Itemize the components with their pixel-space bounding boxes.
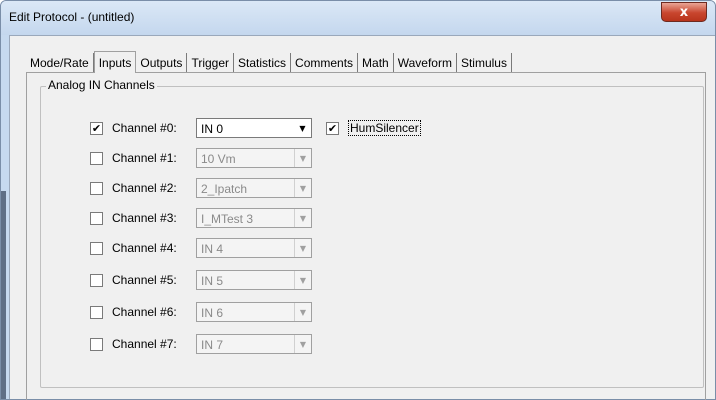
- chevron-down-icon[interactable]: ▼: [294, 119, 311, 137]
- channel-1-label: Channel #1:: [112, 151, 177, 165]
- channel-5-value: IN 5: [201, 274, 224, 288]
- chevron-down-icon: ▼: [294, 209, 311, 227]
- channel-3-checkbox[interactable]: [90, 211, 103, 225]
- channel-2-select: 2_Ipatch ▼: [196, 178, 312, 198]
- channel-4-label: Channel #4:: [112, 241, 177, 255]
- channel-3-select: I_MTest 3 ▼: [196, 208, 312, 228]
- channel-5-label: Channel #5:: [112, 273, 177, 287]
- background-window-edge: [1, 191, 6, 399]
- checkmark-icon: ✔: [327, 121, 338, 135]
- channel-6-select: IN 6 ▼: [196, 302, 312, 322]
- tab-inputs[interactable]: Inputs: [93, 51, 137, 73]
- tab-waveform[interactable]: Waveform: [394, 53, 457, 72]
- channel-4-value: IN 4: [201, 242, 224, 256]
- channel-row-7: Channel #7: IN 7 ▼: [90, 334, 312, 354]
- channel-6-value: IN 6: [201, 306, 224, 320]
- channel-2-checkbox[interactable]: [90, 181, 103, 195]
- tab-strip: Mode/Rate Inputs Outputs Trigger Statistics C…: [26, 50, 512, 73]
- close-icon: x: [679, 4, 689, 20]
- channel-4-checkbox[interactable]: [90, 241, 103, 255]
- chevron-down-icon: ▼: [294, 303, 311, 321]
- channel-0-checkbox[interactable]: ✔: [90, 121, 103, 135]
- channel-3-value: I_MTest 3: [201, 212, 254, 226]
- channel-row-5: Channel #5: IN 5 ▼: [90, 270, 312, 290]
- title-bar[interactable]: Edit Protocol - (untitled) x: [1, 1, 715, 35]
- humsilencer-checkbox[interactable]: ✔ HumSilencer: [326, 118, 421, 138]
- tab-trigger[interactable]: Trigger: [187, 53, 235, 72]
- humsilencer-label: HumSilencer: [348, 120, 421, 136]
- tab-statistics[interactable]: Statistics: [234, 53, 292, 72]
- channel-5-select: IN 5 ▼: [196, 270, 312, 290]
- channel-2-label: Channel #2:: [112, 181, 177, 195]
- channel-1-checkbox[interactable]: [90, 151, 103, 165]
- group-label: Analog IN Channels: [46, 78, 157, 92]
- close-button[interactable]: x: [661, 2, 707, 22]
- channel-row-6: Channel #6: IN 6 ▼: [90, 302, 312, 322]
- channel-row-4: Channel #4: IN 4 ▼: [90, 238, 312, 258]
- tab-mode-rate[interactable]: Mode/Rate: [26, 53, 94, 72]
- chevron-down-icon: ▼: [294, 335, 311, 353]
- window-title: Edit Protocol - (untitled): [9, 10, 135, 24]
- channel-7-label: Channel #7:: [112, 337, 177, 351]
- channel-7-value: IN 7: [201, 338, 224, 352]
- channel-1-select: 10 Vm ▼: [196, 148, 312, 168]
- channel-3-label: Channel #3:: [112, 211, 177, 225]
- chevron-down-icon: ▼: [294, 179, 311, 197]
- channel-7-select: IN 7 ▼: [196, 334, 312, 354]
- tab-stimulus[interactable]: Stimulus: [457, 53, 512, 72]
- channel-0-label: Channel #0:: [112, 121, 177, 135]
- channel-7-checkbox[interactable]: [90, 337, 103, 351]
- channel-row-3: Channel #3: I_MTest 3 ▼: [90, 208, 312, 228]
- channel-1-value: 10 Vm: [201, 152, 236, 166]
- channel-4-select: IN 4 ▼: [196, 238, 312, 258]
- channel-0-select[interactable]: IN 0 ▼: [196, 118, 312, 138]
- channel-row-0: ✔ Channel #0: IN 0 ▼: [90, 118, 312, 138]
- humsilencer-check-box[interactable]: ✔: [326, 121, 339, 135]
- tab-comments[interactable]: Comments: [291, 53, 359, 72]
- channel-6-label: Channel #6:: [112, 305, 177, 319]
- channel-row-1: Channel #1: 10 Vm ▼: [90, 148, 312, 168]
- chevron-down-icon: ▼: [294, 239, 311, 257]
- channel-6-checkbox[interactable]: [90, 305, 103, 319]
- chevron-down-icon: ▼: [294, 271, 311, 289]
- channel-5-checkbox[interactable]: [90, 273, 103, 287]
- channel-2-value: 2_Ipatch: [201, 182, 248, 196]
- channel-row-2: Channel #2: 2_Ipatch ▼: [90, 178, 312, 198]
- checkmark-icon: ✔: [91, 121, 102, 135]
- chevron-down-icon: ▼: [294, 149, 311, 167]
- channel-0-value: IN 0: [201, 122, 224, 136]
- tab-math[interactable]: Math: [358, 53, 394, 72]
- tab-outputs[interactable]: Outputs: [136, 53, 188, 72]
